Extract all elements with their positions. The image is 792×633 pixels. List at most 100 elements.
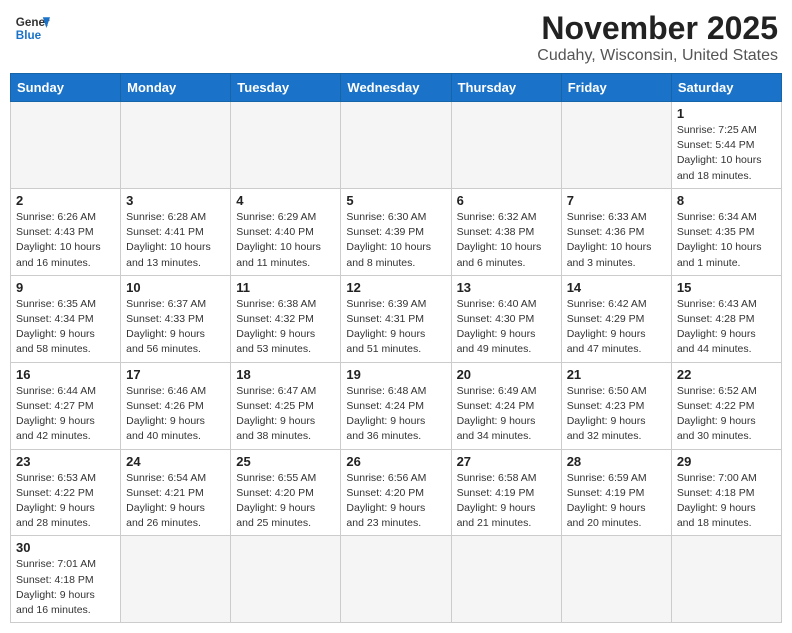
table-row <box>231 102 341 189</box>
svg-text:Blue: Blue <box>16 29 42 42</box>
day-info: Sunrise: 7:01 AM Sunset: 4:18 PM Dayligh… <box>16 557 115 618</box>
table-row: 17 Sunrise: 6:46 AM Sunset: 4:26 PM Dayli… <box>121 362 231 449</box>
day-info: Sunrise: 6:46 AM Sunset: 4:26 PM Dayligh… <box>126 384 225 445</box>
day-number: 10 <box>126 280 225 295</box>
day-info: Sunrise: 6:53 AM Sunset: 4:22 PM Dayligh… <box>16 471 115 532</box>
day-number: 21 <box>567 367 666 382</box>
day-info: Sunrise: 6:56 AM Sunset: 4:20 PM Dayligh… <box>346 471 445 532</box>
table-row: 13 Sunrise: 6:40 AM Sunset: 4:30 PM Dayli… <box>451 275 561 362</box>
calendar-header-row: Sunday Monday Tuesday Wednesday Thursday… <box>11 74 782 102</box>
day-number: 24 <box>126 454 225 469</box>
day-number: 1 <box>677 106 776 121</box>
day-info: Sunrise: 6:35 AM Sunset: 4:34 PM Dayligh… <box>16 297 115 358</box>
day-number: 7 <box>567 193 666 208</box>
table-row <box>451 536 561 623</box>
table-row <box>121 536 231 623</box>
day-info: Sunrise: 6:54 AM Sunset: 4:21 PM Dayligh… <box>126 471 225 532</box>
table-row: 23 Sunrise: 6:53 AM Sunset: 4:22 PM Dayli… <box>11 449 121 536</box>
calendar-week-row: 30 Sunrise: 7:01 AM Sunset: 4:18 PM Dayli… <box>11 536 782 623</box>
header-saturday: Saturday <box>671 74 781 102</box>
table-row <box>11 102 121 189</box>
day-number: 19 <box>346 367 445 382</box>
day-number: 5 <box>346 193 445 208</box>
table-row <box>121 102 231 189</box>
table-row: 18Sunrise: 6:47 AM Sunset: 4:25 PM Dayli… <box>231 362 341 449</box>
day-info: Sunrise: 6:30 AM Sunset: 4:39 PM Dayligh… <box>346 210 445 271</box>
day-info: Sunrise: 6:34 AM Sunset: 4:35 PM Dayligh… <box>677 210 776 271</box>
day-info: Sunrise: 6:55 AM Sunset: 4:20 PM Dayligh… <box>236 471 335 532</box>
page-header: General Blue November 2025 Cudahy, Wisco… <box>10 10 782 65</box>
day-info: Sunrise: 6:52 AM Sunset: 4:22 PM Dayligh… <box>677 384 776 445</box>
header-tuesday: Tuesday <box>231 74 341 102</box>
calendar-week-row: 23 Sunrise: 6:53 AM Sunset: 4:22 PM Dayli… <box>11 449 782 536</box>
day-number: 2 <box>16 193 115 208</box>
day-info: Sunrise: 6:49 AM Sunset: 4:24 PM Dayligh… <box>457 384 556 445</box>
day-info: Sunrise: 6:59 AM Sunset: 4:19 PM Dayligh… <box>567 471 666 532</box>
calendar-week-row: 9 Sunrise: 6:35 AM Sunset: 4:34 PM Daylig… <box>11 275 782 362</box>
day-number: 11 <box>236 280 335 295</box>
page-title: November 2025 <box>537 10 778 47</box>
table-row: 15 Sunrise: 6:43 AM Sunset: 4:28 PM Dayli… <box>671 275 781 362</box>
table-row: 30 Sunrise: 7:01 AM Sunset: 4:18 PM Dayli… <box>11 536 121 623</box>
day-number: 4 <box>236 193 335 208</box>
table-row: 10 Sunrise: 6:37 AM Sunset: 4:33 PM Dayli… <box>121 275 231 362</box>
table-row: 16 Sunrise: 6:44 AM Sunset: 4:27 PM Dayli… <box>11 362 121 449</box>
day-info: Sunrise: 6:58 AM Sunset: 4:19 PM Dayligh… <box>457 471 556 532</box>
day-number: 12 <box>346 280 445 295</box>
day-info: Sunrise: 6:29 AM Sunset: 4:40 PM Dayligh… <box>236 210 335 271</box>
day-number: 9 <box>16 280 115 295</box>
table-row: 22Sunrise: 6:52 AM Sunset: 4:22 PM Dayli… <box>671 362 781 449</box>
header-sunday: Sunday <box>11 74 121 102</box>
header-friday: Friday <box>561 74 671 102</box>
day-number: 3 <box>126 193 225 208</box>
day-number: 30 <box>16 540 115 555</box>
day-info: Sunrise: 6:43 AM Sunset: 4:28 PM Dayligh… <box>677 297 776 358</box>
day-info: Sunrise: 6:37 AM Sunset: 4:33 PM Dayligh… <box>126 297 225 358</box>
table-row: 29Sunrise: 7:00 AM Sunset: 4:18 PM Dayli… <box>671 449 781 536</box>
day-info: Sunrise: 6:44 AM Sunset: 4:27 PM Dayligh… <box>16 384 115 445</box>
day-number: 13 <box>457 280 556 295</box>
table-row: 27Sunrise: 6:58 AM Sunset: 4:19 PM Dayli… <box>451 449 561 536</box>
calendar-week-row: 2 Sunrise: 6:26 AM Sunset: 4:43 PM Daylig… <box>11 188 782 275</box>
day-info: Sunrise: 6:26 AM Sunset: 4:43 PM Dayligh… <box>16 210 115 271</box>
table-row: 9 Sunrise: 6:35 AM Sunset: 4:34 PM Daylig… <box>11 275 121 362</box>
day-info: Sunrise: 6:28 AM Sunset: 4:41 PM Dayligh… <box>126 210 225 271</box>
table-row: 6Sunrise: 6:32 AM Sunset: 4:38 PM Daylig… <box>451 188 561 275</box>
day-number: 23 <box>16 454 115 469</box>
table-row: 26 Sunrise: 6:56 AM Sunset: 4:20 PM Dayli… <box>341 449 451 536</box>
day-info: Sunrise: 6:33 AM Sunset: 4:36 PM Dayligh… <box>567 210 666 271</box>
day-info: Sunrise: 6:38 AM Sunset: 4:32 PM Dayligh… <box>236 297 335 358</box>
logo: General Blue <box>14 10 50 46</box>
table-row: 12 Sunrise: 6:39 AM Sunset: 4:31 PM Dayli… <box>341 275 451 362</box>
header-monday: Monday <box>121 74 231 102</box>
table-row: 11 Sunrise: 6:38 AM Sunset: 4:32 PM Dayli… <box>231 275 341 362</box>
day-number: 16 <box>16 367 115 382</box>
logo-icon: General Blue <box>14 10 50 46</box>
table-row <box>341 536 451 623</box>
calendar-week-row: 16 Sunrise: 6:44 AM Sunset: 4:27 PM Dayli… <box>11 362 782 449</box>
header-wednesday: Wednesday <box>341 74 451 102</box>
table-row: 28 Sunrise: 6:59 AM Sunset: 4:19 PM Dayli… <box>561 449 671 536</box>
day-number: 17 <box>126 367 225 382</box>
table-row <box>231 536 341 623</box>
day-info: Sunrise: 6:48 AM Sunset: 4:24 PM Dayligh… <box>346 384 445 445</box>
day-info: Sunrise: 6:40 AM Sunset: 4:30 PM Dayligh… <box>457 297 556 358</box>
page-subtitle: Cudahy, Wisconsin, United States <box>537 47 778 65</box>
day-info: Sunrise: 6:39 AM Sunset: 4:31 PM Dayligh… <box>346 297 445 358</box>
day-number: 20 <box>457 367 556 382</box>
day-info: Sunrise: 6:50 AM Sunset: 4:23 PM Dayligh… <box>567 384 666 445</box>
table-row <box>561 536 671 623</box>
day-number: 14 <box>567 280 666 295</box>
table-row: 21 Sunrise: 6:50 AM Sunset: 4:23 PM Dayli… <box>561 362 671 449</box>
title-block: November 2025 Cudahy, Wisconsin, United … <box>537 10 778 65</box>
table-row <box>341 102 451 189</box>
table-row <box>451 102 561 189</box>
day-info: Sunrise: 6:42 AM Sunset: 4:29 PM Dayligh… <box>567 297 666 358</box>
table-row: 20 Sunrise: 6:49 AM Sunset: 4:24 PM Dayli… <box>451 362 561 449</box>
calendar-week-row: 1Sunrise: 7:25 AM Sunset: 5:44 PM Daylig… <box>11 102 782 189</box>
day-number: 26 <box>346 454 445 469</box>
day-number: 18 <box>236 367 335 382</box>
day-number: 8 <box>677 193 776 208</box>
day-number: 15 <box>677 280 776 295</box>
day-number: 28 <box>567 454 666 469</box>
